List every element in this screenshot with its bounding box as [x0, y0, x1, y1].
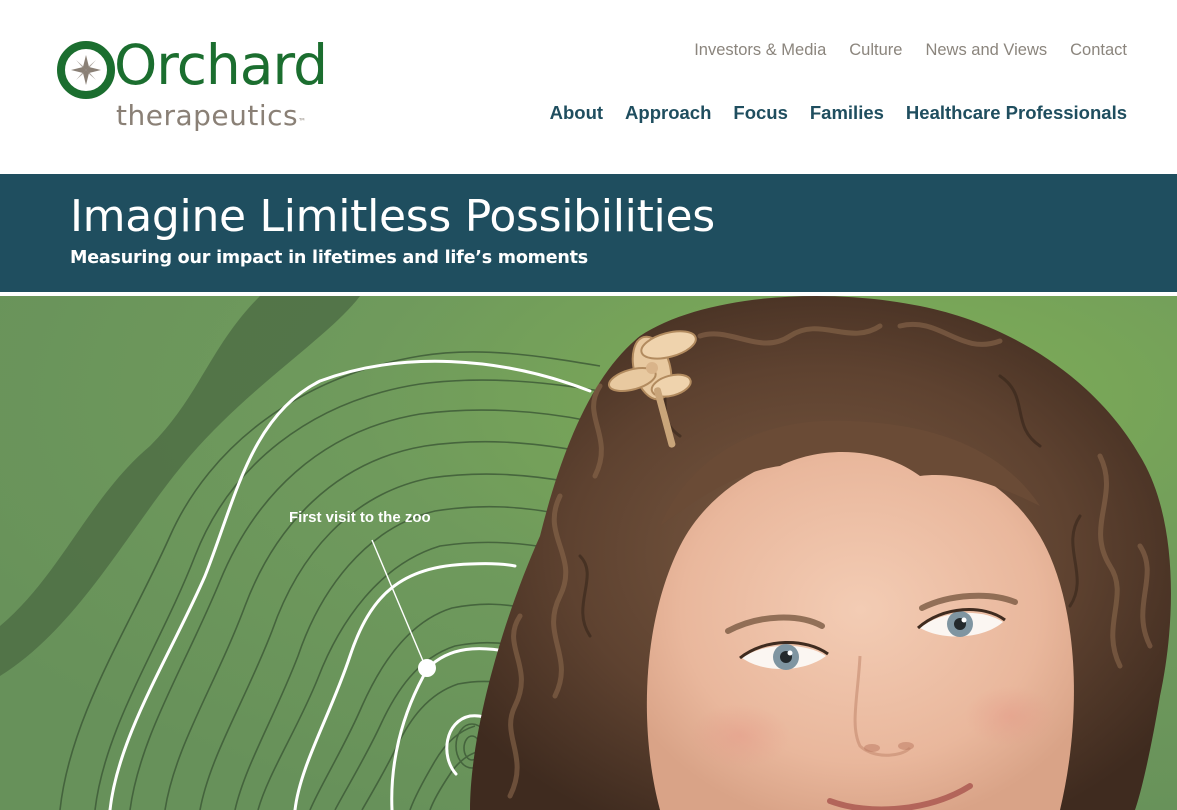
main-nav-approach[interactable]: Approach — [625, 101, 711, 125]
hero-image: First visit to the zoo — [0, 296, 1177, 810]
orchard-logo-link[interactable]: Orchard therapeutics™ — [56, 33, 328, 138]
hero-illustration — [0, 296, 1177, 810]
logo-trademark: ™ — [298, 117, 307, 126]
hero-caption: First visit to the zoo — [289, 509, 431, 526]
hero-banner: Imagine Limitless Possibilities Measurin… — [0, 174, 1177, 292]
main-nav-healthcare-professionals[interactable]: Healthcare Professionals — [906, 101, 1127, 125]
main-nav-about[interactable]: About — [550, 101, 603, 125]
logo-tagline-text: therapeutics — [116, 99, 299, 132]
star-seed-icon — [71, 55, 101, 85]
site-header: Orchard therapeutics™ Investors & Media … — [0, 0, 1177, 174]
page: Orchard therapeutics™ Investors & Media … — [0, 0, 1177, 810]
logo-wordmark: Orchard — [114, 33, 328, 97]
utility-nav-culture[interactable]: Culture — [849, 40, 902, 60]
main-nav: About Approach Focus Families Healthcare… — [550, 101, 1127, 125]
utility-nav-contact[interactable]: Contact — [1070, 40, 1127, 60]
utility-nav-news-and-views[interactable]: News and Views — [925, 40, 1047, 60]
utility-nav: Investors & Media Culture News and Views… — [694, 40, 1127, 60]
main-nav-focus[interactable]: Focus — [733, 101, 787, 125]
logo-o-mark — [57, 41, 115, 99]
utility-nav-investors-media[interactable]: Investors & Media — [694, 40, 826, 60]
logo-tagline: therapeutics™ — [116, 98, 307, 134]
banner-title: Imagine Limitless Possibilities — [70, 191, 715, 242]
banner-subtitle: Measuring our impact in lifetimes and li… — [70, 248, 589, 268]
main-nav-families[interactable]: Families — [810, 101, 884, 125]
caption-pointer-dot — [418, 659, 436, 677]
